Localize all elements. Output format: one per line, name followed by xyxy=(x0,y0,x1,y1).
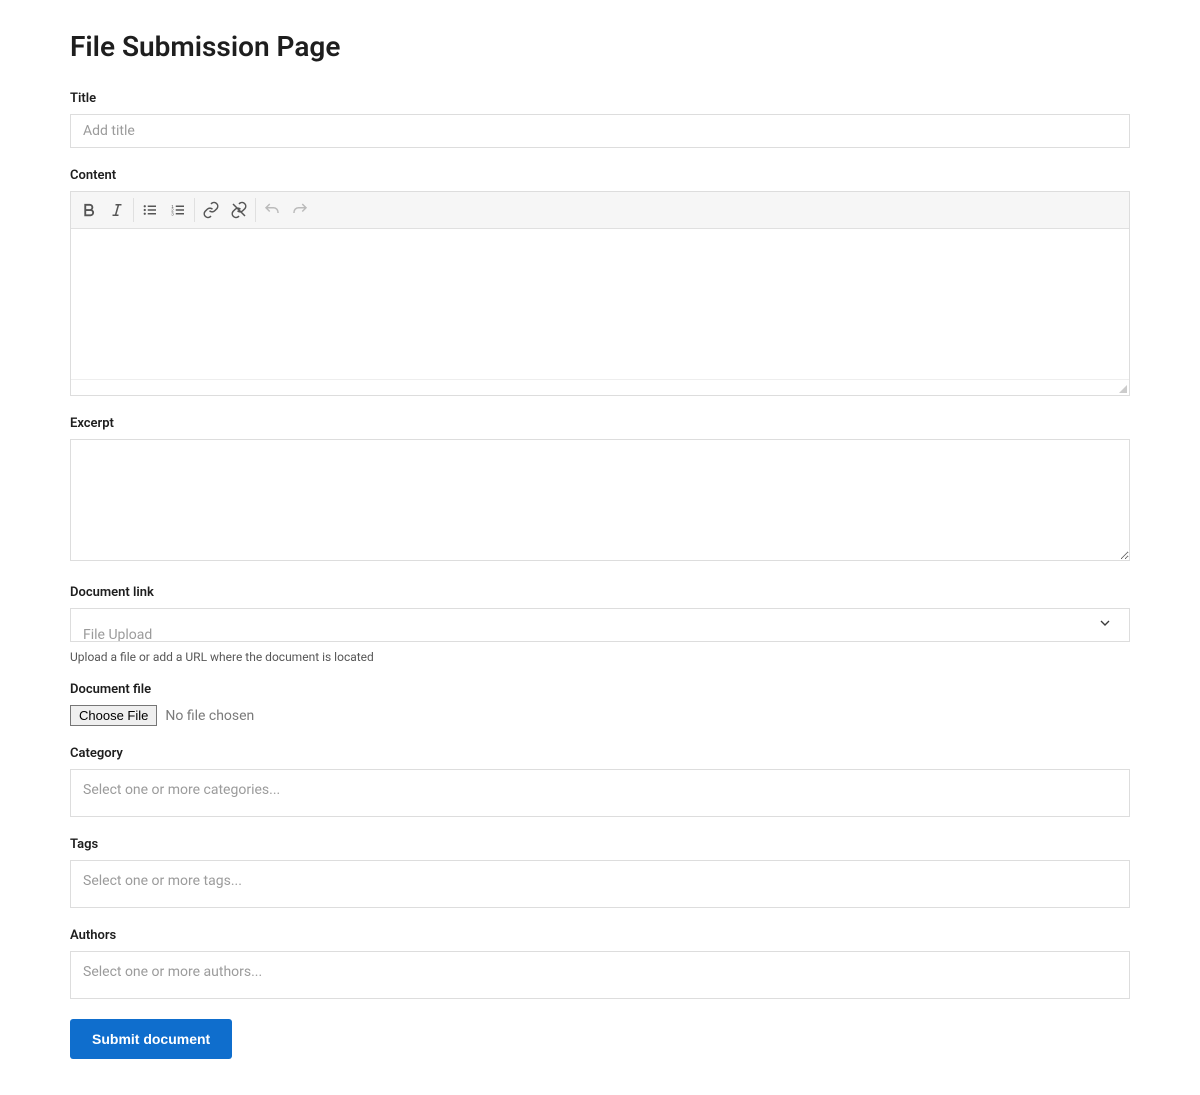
toolbar-separator xyxy=(255,198,256,222)
field-tags: Tags Select one or more tags... xyxy=(70,837,1130,908)
submit-document-button[interactable]: Submit document xyxy=(70,1019,232,1059)
field-document-file: Document file Choose File No file chosen xyxy=(70,682,1130,726)
svg-text:3: 3 xyxy=(171,211,174,216)
authors-input[interactable]: Select one or more authors... xyxy=(70,951,1130,999)
rich-text-editor: 123 xyxy=(70,191,1130,396)
chevron-down-icon xyxy=(1097,615,1113,635)
editor-resize-handle[interactable] xyxy=(71,379,1129,395)
italic-icon[interactable] xyxy=(103,196,131,224)
category-input[interactable]: Select one or more categories... xyxy=(70,769,1130,817)
tags-label: Tags xyxy=(70,837,1130,852)
field-document-link: Document link File Upload xyxy=(70,585,1130,642)
field-title: Title xyxy=(70,91,1130,148)
authors-label: Authors xyxy=(70,928,1130,943)
redo-icon[interactable] xyxy=(286,196,314,224)
document-link-select[interactable]: File Upload xyxy=(70,608,1130,642)
field-excerpt: Excerpt xyxy=(70,416,1130,565)
document-file-label: Document file xyxy=(70,682,1130,697)
document-link-label: Document link xyxy=(70,585,1130,600)
document-link-selected: File Upload xyxy=(83,627,152,642)
document-link-help: Upload a file or add a URL where the doc… xyxy=(70,650,1130,664)
content-label: Content xyxy=(70,168,1130,183)
bullet-list-icon[interactable] xyxy=(136,196,164,224)
content-editor-body[interactable] xyxy=(71,229,1129,379)
page-title: File Submission Page xyxy=(70,30,1130,63)
title-input[interactable] xyxy=(70,114,1130,148)
category-label: Category xyxy=(70,746,1130,761)
choose-file-button[interactable]: Choose File xyxy=(70,705,157,726)
unlink-icon[interactable] xyxy=(225,196,253,224)
tags-input[interactable]: Select one or more tags... xyxy=(70,860,1130,908)
link-icon[interactable] xyxy=(197,196,225,224)
toolbar-separator xyxy=(194,198,195,222)
toolbar-separator xyxy=(133,198,134,222)
field-category: Category Select one or more categories..… xyxy=(70,746,1130,817)
ordered-list-icon[interactable]: 123 xyxy=(164,196,192,224)
field-content: Content 123 xyxy=(70,168,1130,396)
file-status-text: No file chosen xyxy=(165,708,254,724)
editor-toolbar: 123 xyxy=(71,192,1129,229)
bold-icon[interactable] xyxy=(75,196,103,224)
undo-icon[interactable] xyxy=(258,196,286,224)
excerpt-input[interactable] xyxy=(70,439,1130,561)
title-label: Title xyxy=(70,91,1130,106)
excerpt-label: Excerpt xyxy=(70,416,1130,431)
field-authors: Authors Select one or more authors... xyxy=(70,928,1130,999)
